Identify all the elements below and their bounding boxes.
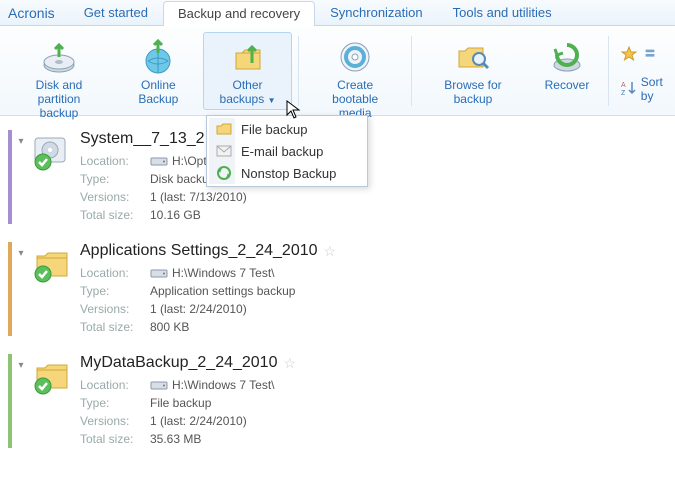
sort-az-icon: A Z bbox=[621, 80, 637, 99]
backup-title[interactable]: System__7_13_2 bbox=[80, 130, 675, 148]
type-value: Application settings backup bbox=[150, 284, 295, 298]
title-text: MyDataBackup_2_24_2010 bbox=[80, 354, 277, 372]
browse-for-backup-button[interactable]: Browse for backup bbox=[418, 32, 528, 110]
backup-entry: ▾ MyDataBackup_2_24_2010 ☆ Location: H:\… bbox=[8, 354, 675, 448]
ribbon-separator bbox=[298, 36, 299, 106]
location-value: H:\Windows 7 Test\ bbox=[172, 266, 274, 280]
ribbon-toolbar: Disk and partition backup Online Backup … bbox=[0, 26, 675, 116]
versions-label: Versions: bbox=[80, 414, 150, 428]
online-backup-button[interactable]: Online Backup bbox=[118, 32, 199, 110]
category-stripe bbox=[8, 354, 12, 448]
star-outline-icon[interactable]: ☆ bbox=[324, 243, 337, 260]
location-label: Location: bbox=[80, 378, 150, 392]
totalsize-label: Total size: bbox=[80, 208, 150, 222]
menu-email-backup[interactable]: E-mail backup bbox=[209, 140, 365, 162]
globe-up-icon bbox=[138, 37, 178, 77]
main-tabs: Get started Backup and recovery Synchron… bbox=[69, 0, 567, 25]
folder-ok-icon bbox=[28, 242, 76, 336]
menu-file-backup[interactable]: File backup bbox=[209, 118, 365, 140]
favorites-button[interactable] bbox=[615, 44, 671, 67]
expand-toggle[interactable]: ▾ bbox=[14, 130, 28, 224]
create-bootable-media-button[interactable]: Create bootable media bbox=[305, 32, 405, 123]
versions-value: 1 (last: 7/13/2010) bbox=[150, 190, 247, 204]
disk-partition-label: Disk and partition backup bbox=[13, 79, 105, 120]
category-stripe bbox=[8, 130, 12, 224]
location-label: Location: bbox=[80, 266, 150, 280]
nonstop-icon bbox=[213, 164, 235, 182]
tab-tools-utilities[interactable]: Tools and utilities bbox=[438, 0, 567, 25]
type-label: Type: bbox=[80, 284, 150, 298]
other-backups-button[interactable]: Other backups ▼ bbox=[203, 32, 293, 110]
tab-get-started[interactable]: Get started bbox=[69, 0, 163, 25]
settings-icon bbox=[643, 47, 657, 64]
expand-toggle[interactable]: ▾ bbox=[14, 242, 28, 336]
type-value: File backup bbox=[150, 396, 211, 410]
location-value: H:\Windows 7 Test\ bbox=[172, 378, 274, 392]
sort-by-button[interactable]: A Z Sort by bbox=[615, 73, 671, 105]
recover-label: Recover bbox=[545, 79, 590, 93]
title-text: Applications Settings_2_24_2010 bbox=[80, 242, 318, 260]
hard-disk-ok-icon bbox=[28, 130, 76, 224]
brand-logo: Acronis bbox=[8, 5, 55, 25]
recover-button[interactable]: Recover bbox=[532, 32, 602, 96]
folder-ok-icon bbox=[28, 354, 76, 448]
backup-title[interactable]: Applications Settings_2_24_2010 ☆ bbox=[80, 242, 675, 260]
chevron-down-icon: ▼ bbox=[268, 96, 276, 105]
location-label: Location: bbox=[80, 154, 150, 168]
svg-text:A: A bbox=[621, 82, 626, 89]
ribbon-separator bbox=[608, 36, 609, 106]
expand-toggle[interactable]: ▾ bbox=[14, 354, 28, 448]
star-outline-icon[interactable]: ☆ bbox=[283, 355, 296, 372]
disc-icon bbox=[335, 37, 375, 77]
totalsize-value: 800 KB bbox=[150, 320, 189, 334]
tab-synchronization[interactable]: Synchronization bbox=[315, 0, 438, 25]
totalsize-value: 35.63 MB bbox=[150, 432, 201, 446]
folder-icon bbox=[213, 120, 235, 138]
other-backups-dropdown: File backup E-mail backup Nonstop Backup bbox=[206, 115, 368, 187]
menu-label: E-mail backup bbox=[241, 144, 323, 159]
versions-value: 1 (last: 2/24/2010) bbox=[150, 414, 247, 428]
search-folder-icon bbox=[453, 37, 493, 77]
sort-by-label: Sort by bbox=[641, 75, 665, 103]
online-backup-label: Online Backup bbox=[127, 79, 190, 107]
drive-icon bbox=[150, 267, 168, 279]
disk-partition-backup-button[interactable]: Disk and partition backup bbox=[4, 32, 114, 123]
star-icon bbox=[621, 46, 637, 65]
versions-label: Versions: bbox=[80, 190, 150, 204]
totalsize-label: Total size: bbox=[80, 320, 150, 334]
type-label: Type: bbox=[80, 396, 150, 410]
totalsize-label: Total size: bbox=[80, 432, 150, 446]
drive-icon bbox=[150, 155, 168, 167]
versions-value: 1 (last: 2/24/2010) bbox=[150, 302, 247, 316]
disk-backup-icon bbox=[39, 37, 79, 77]
category-stripe bbox=[8, 242, 12, 336]
versions-label: Versions: bbox=[80, 302, 150, 316]
menu-label: File backup bbox=[241, 122, 307, 137]
menu-label: Nonstop Backup bbox=[241, 166, 336, 181]
drive-icon bbox=[150, 379, 168, 391]
totalsize-value: 10.16 GB bbox=[150, 208, 201, 222]
backup-title[interactable]: MyDataBackup_2_24_2010 ☆ bbox=[80, 354, 675, 372]
type-label: Type: bbox=[80, 172, 150, 186]
menu-nonstop-backup[interactable]: Nonstop Backup bbox=[209, 162, 365, 184]
ribbon-separator bbox=[411, 36, 412, 106]
tab-backup-recovery[interactable]: Backup and recovery bbox=[163, 1, 315, 26]
backup-entry: ▾ Applications Settings_2_24_2010 ☆ Loca… bbox=[8, 242, 675, 336]
titlebar: Acronis Get started Backup and recovery … bbox=[0, 0, 675, 26]
other-backups-label: Other backups ▼ bbox=[212, 79, 284, 107]
recover-icon bbox=[547, 37, 587, 77]
browse-label: Browse for backup bbox=[427, 79, 519, 107]
svg-text:Z: Z bbox=[621, 90, 626, 96]
folder-up-icon bbox=[228, 37, 268, 77]
title-text: System__7_13_2 bbox=[80, 130, 205, 148]
mail-icon bbox=[213, 142, 235, 160]
